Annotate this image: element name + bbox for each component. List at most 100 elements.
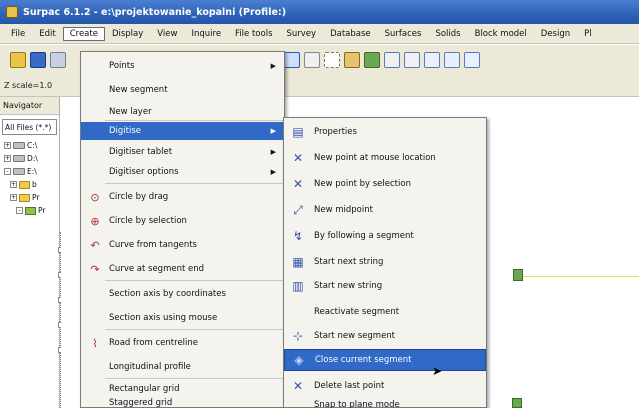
expand-icon[interactable]: +	[4, 155, 11, 162]
tree-item-d-drive[interactable]: + D:\	[0, 152, 59, 165]
submenu-item-reactivate-segment[interactable]: Reactivate segment	[284, 300, 486, 324]
circle-select-icon: ⊕	[90, 214, 100, 228]
tree-item-c-drive[interactable]: + C:\	[0, 139, 59, 152]
submenu-item-delete-last-point[interactable]: ✕ Delete last point	[284, 374, 486, 398]
menu-item-section-axis-coordinates[interactable]: Section axis by coordinates	[81, 282, 284, 306]
open-folder-icon[interactable]	[10, 52, 26, 68]
menu-item-circle-by-drag[interactable]: ⊙ Circle by drag	[81, 185, 284, 209]
menu-item-staggered-grid[interactable]: Staggered grid	[81, 397, 284, 408]
expand-icon[interactable]: +	[4, 142, 11, 149]
menu-file-tools[interactable]: File tools	[228, 27, 279, 41]
point-icon[interactable]	[404, 52, 420, 68]
new-point-select-icon: ✕	[292, 177, 304, 191]
select-icon[interactable]	[284, 52, 300, 68]
menu-inquire[interactable]: Inquire	[184, 27, 228, 41]
folder-icon	[19, 180, 30, 189]
submenu-item-close-current-segment[interactable]: ◈ Close current segment	[284, 349, 486, 371]
submenu-item-start-next-string[interactable]: ▦ Start next string	[284, 250, 486, 274]
menu-database[interactable]: Database	[323, 27, 378, 41]
close-segment-icon: ◈	[294, 353, 304, 367]
delete-point-icon: ✕	[292, 379, 304, 393]
menu-item-longitudinal-profile[interactable]: Longitudinal profile	[81, 355, 284, 379]
menu-surfaces[interactable]: Surfaces	[378, 27, 429, 41]
menu-item-digitiser-tablet[interactable]: Digitiser tablet ▶	[81, 142, 284, 162]
snap-toolbar-icon[interactable]	[464, 52, 480, 68]
menu-item-curve-from-tangents[interactable]: ↶ Curve from tangents	[81, 233, 284, 257]
curve-end-icon: ↷	[90, 262, 100, 276]
menu-separator	[105, 183, 283, 184]
circle-drag-icon: ⊙	[90, 190, 100, 204]
submenu-item-new-point-selection[interactable]: ✕ New point by selection	[284, 172, 486, 196]
string-point-marker	[513, 269, 523, 281]
submenu-item-follow-segment[interactable]: ↯ By following a segment	[284, 224, 486, 248]
menu-separator	[105, 329, 283, 330]
submenu-item-start-new-segment[interactable]: ⊹ Start new segment	[284, 324, 486, 348]
expand-icon[interactable]: +	[10, 194, 17, 201]
menu-display[interactable]: Display	[105, 27, 150, 41]
pointer-icon[interactable]	[304, 52, 320, 68]
submenu-arrow-icon: ▶	[270, 168, 276, 176]
new-point-mouse-icon: ✕	[292, 151, 304, 165]
navigator-panel: Navigator All Files (*.*) + C:\ + D:\ - …	[0, 97, 60, 408]
menu-view[interactable]: View	[150, 27, 184, 41]
collapse-icon[interactable]: -	[16, 207, 23, 214]
menu-separator	[105, 120, 283, 121]
menu-item-digitiser-options[interactable]: Digitiser options ▶	[81, 162, 284, 182]
menu-edit[interactable]: Edit	[32, 27, 62, 41]
properties-icon: ▤	[292, 125, 304, 139]
menu-item-section-axis-mouse[interactable]: Section axis using mouse	[81, 306, 284, 330]
expand-icon[interactable]: +	[10, 181, 17, 188]
menu-file[interactable]: File	[4, 27, 32, 41]
menu-item-rectangular-grid[interactable]: Rectangular grid	[81, 380, 284, 398]
folder-icon	[19, 193, 30, 202]
menu-plot[interactable]: Pl	[577, 27, 599, 41]
collapse-icon[interactable]: -	[4, 168, 11, 175]
road-icon: ⌇	[92, 336, 98, 350]
drive-icon	[13, 168, 25, 175]
menu-design[interactable]: Design	[534, 27, 577, 41]
submenu-item-new-midpoint[interactable]: ⤢ New midpoint	[284, 198, 486, 222]
submenu-item-snap-plane[interactable]: Snap to plane mode	[284, 398, 486, 408]
menu-survey[interactable]: Survey	[280, 27, 324, 41]
select-box-icon[interactable]	[324, 52, 340, 68]
create-menu-dropdown: Points ▶ New segment New layer Digitise …	[80, 51, 285, 408]
drive-icon	[13, 155, 25, 162]
menu-item-road-from-centreline[interactable]: ⌇ Road from centreline	[81, 331, 284, 355]
string-segment	[520, 276, 639, 277]
title-bar: Surpac 6.1.2 - e:\projektowanie_kopalni …	[0, 0, 639, 24]
tree-item-folder-b[interactable]: + b	[0, 178, 59, 191]
curve-tangent-icon: ↶	[90, 238, 100, 252]
menu-item-points[interactable]: Points ▶	[81, 54, 284, 78]
submenu-item-new-point-mouse[interactable]: ✕ New point at mouse location	[284, 146, 486, 170]
submenu-arrow-icon: ▶	[270, 148, 276, 156]
submenu-arrow-icon: ▶	[270, 127, 276, 135]
toolbar-icon[interactable]	[50, 52, 66, 68]
menu-item-circle-by-selection[interactable]: ⊕ Circle by selection	[81, 209, 284, 233]
menu-bar: File Edit Create Display View Inquire Fi…	[0, 24, 639, 44]
new-point-toolbar-icon[interactable]	[444, 52, 460, 68]
tree-item-folder-pr[interactable]: + Pr	[0, 191, 59, 204]
menu-block-model[interactable]: Block model	[468, 27, 534, 41]
menu-item-new-segment[interactable]: New segment	[81, 78, 284, 102]
tool-icon[interactable]	[344, 52, 360, 68]
surpac-app-icon	[6, 6, 18, 18]
submenu-arrow-icon: ▶	[270, 62, 276, 70]
new-string-icon: ▥	[292, 279, 304, 293]
menu-item-curve-at-segment-end[interactable]: ↷ Curve at segment end	[81, 257, 284, 281]
file-filter-dropdown[interactable]: All Files (*.*)	[2, 119, 57, 135]
layer-icon[interactable]	[364, 52, 380, 68]
save-icon[interactable]	[30, 52, 46, 68]
properties-toolbar-icon[interactable]	[424, 52, 440, 68]
follow-segment-icon: ↯	[292, 229, 304, 243]
menu-separator	[105, 378, 283, 379]
menu-item-digitise[interactable]: Digitise ▶	[81, 122, 284, 140]
submenu-item-properties[interactable]: ▤ Properties	[284, 120, 486, 144]
midpoint-icon: ⤢	[293, 202, 303, 217]
navigator-title: Navigator	[0, 97, 59, 115]
menu-solids[interactable]: Solids	[428, 27, 467, 41]
submenu-item-start-new-string[interactable]: ▥ Start new string	[284, 274, 486, 298]
tree-item-folder-pr-open[interactable]: - Pr	[0, 204, 59, 217]
menu-create[interactable]: Create	[62, 26, 105, 41]
digitise-icon[interactable]	[384, 52, 400, 68]
tree-item-e-drive[interactable]: - E:\	[0, 165, 59, 178]
